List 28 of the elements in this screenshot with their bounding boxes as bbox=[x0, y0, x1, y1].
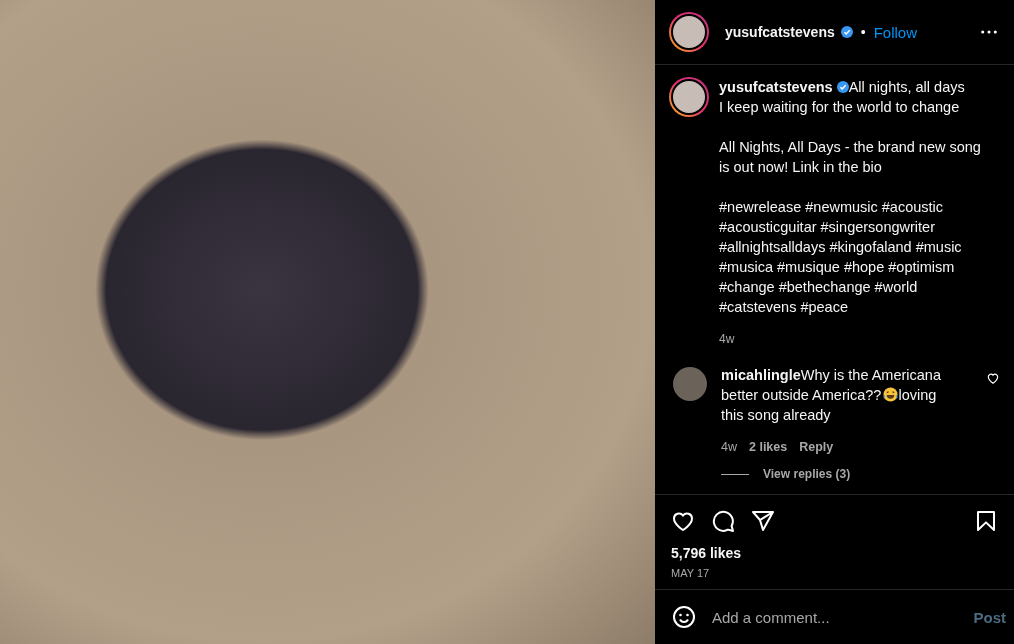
view-replies-link[interactable]: View replies (3) bbox=[763, 467, 851, 481]
bookmark-icon[interactable] bbox=[974, 509, 998, 533]
username-link[interactable]: micahlingle bbox=[721, 367, 801, 383]
more-options-icon[interactable] bbox=[980, 30, 998, 34]
comment-input[interactable]: Add a comment... bbox=[710, 607, 960, 627]
comment-time: 4w bbox=[721, 439, 737, 456]
caption-text: yusufcatstevens All nights, all days I keep waiting for the world to change All Nights, All Days - the brand new song is out now! Link in the bio bbox=[719, 78, 982, 177]
likes-count[interactable]: 5,796 likes bbox=[671, 545, 998, 561]
post-button[interactable]: Post bbox=[973, 608, 1006, 626]
emoji-icon[interactable] bbox=[672, 605, 696, 629]
hashtags-text: #newrelease #newmusic #acoustic #acousticguitar #singersongwriter #allnightsalldays #kingofaland #music #musica #musique #hope #optimism #change #bethechange #world #catstevens #peace bbox=[719, 198, 963, 317]
post-date: MAY 17 bbox=[671, 567, 711, 579]
heart-icon[interactable] bbox=[986, 371, 1000, 385]
comment-likes-link[interactable]: 2 likes bbox=[749, 437, 788, 457]
avatar-icon[interactable] bbox=[669, 77, 709, 117]
post-time: 4w bbox=[719, 331, 736, 348]
username-link[interactable]: yusufcatstevens bbox=[725, 24, 835, 40]
comment-text: micahlingleWhy is the Americana better outside America?? loving this song already bbox=[721, 366, 942, 425]
heart-icon[interactable] bbox=[671, 509, 695, 533]
username-link[interactable]: yusufcatstevens bbox=[719, 79, 833, 95]
follow-link[interactable]: Follow bbox=[873, 23, 917, 41]
laughing-emoji-icon bbox=[883, 387, 899, 402]
send-icon[interactable] bbox=[751, 509, 775, 533]
comment-icon[interactable] bbox=[711, 509, 735, 533]
reply-link[interactable]: Reply bbox=[799, 437, 834, 457]
commenter-avatar[interactable] bbox=[673, 367, 707, 401]
avatar-icon[interactable] bbox=[669, 12, 709, 52]
separator-dot: • bbox=[860, 24, 866, 40]
